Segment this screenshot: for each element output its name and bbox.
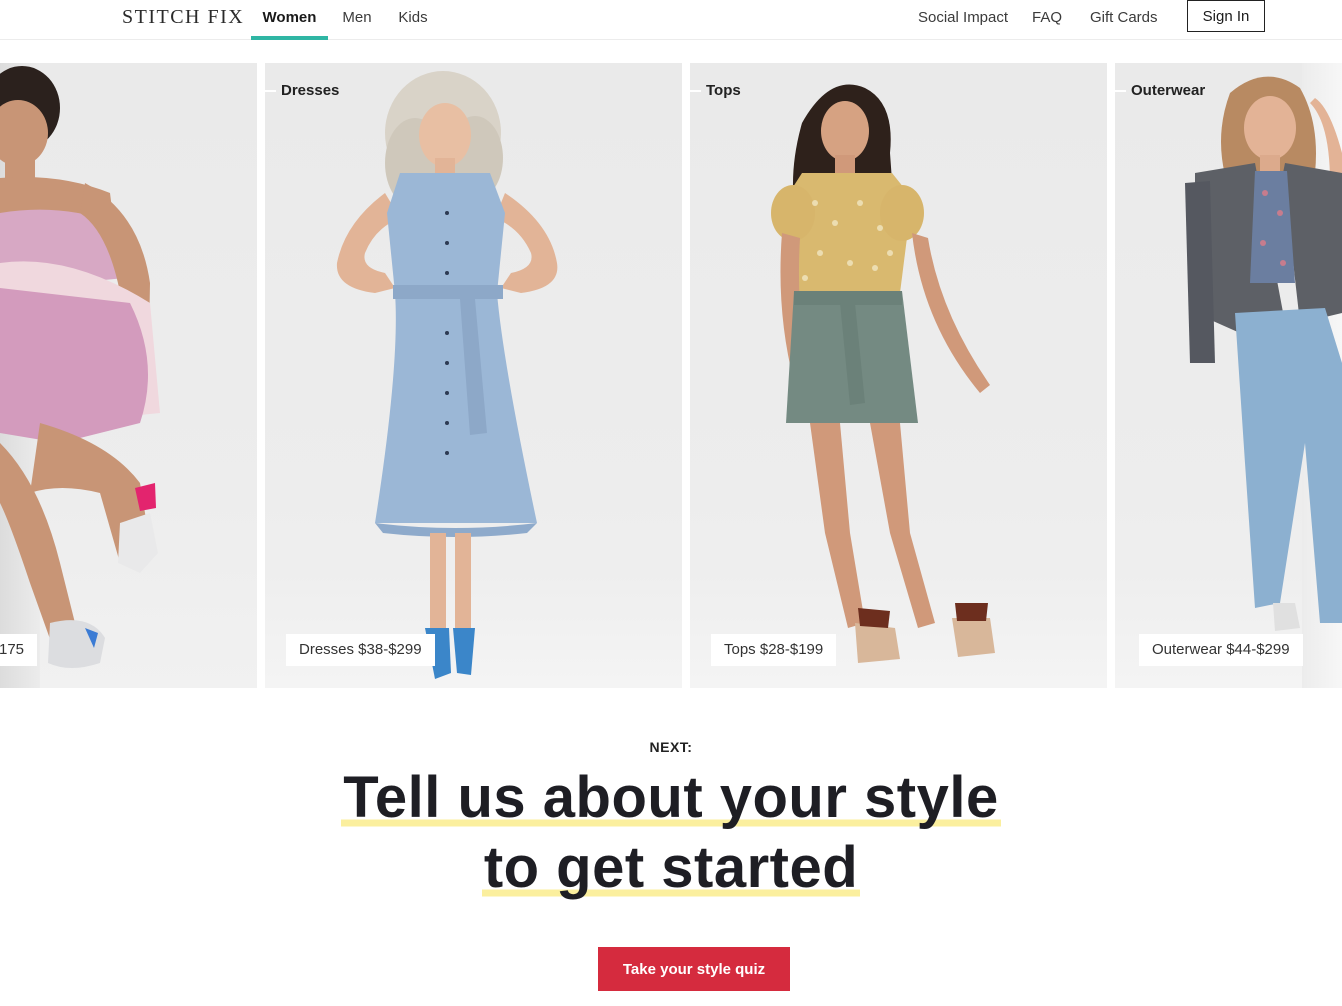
category-card-dresses[interactable]: Dresses Dresses $38-$299	[265, 63, 682, 688]
category-card-tops[interactable]: Tops Tops $28-$199	[690, 63, 1107, 688]
faq-link[interactable]: FAQ	[1032, 9, 1062, 26]
category-label: Outerwear	[1115, 82, 1206, 99]
headline-line-1: Tell us about your style	[0, 764, 1342, 831]
price-tag[interactable]: Outerwear $44-$299	[1139, 634, 1303, 666]
gift-cards-link[interactable]: Gift Cards	[1090, 9, 1158, 26]
social-impact-link[interactable]: Social Impact	[918, 9, 1008, 26]
category-label: Tops	[690, 82, 741, 99]
model-photo-outerwear	[1185, 76, 1342, 631]
headline-highlight: to get started	[481, 835, 861, 900]
headline-highlight: Tell us about your style	[341, 765, 1001, 830]
stitch-fix-logo[interactable]: STITCH FIX	[122, 6, 244, 29]
site-header: STITCH FIX Women Men Kids Social Impact …	[0, 0, 1342, 40]
next-step-label: NEXT:	[649, 739, 693, 755]
model-photo-tops	[771, 84, 995, 663]
category-card-outerwear[interactable]: Outerwear Outerwear $44-$299	[1115, 63, 1342, 688]
price-tag[interactable]: Dresses $38-$299	[286, 634, 435, 666]
model-photo-activewear	[0, 66, 160, 668]
tab-kids[interactable]: Kids	[392, 0, 434, 40]
model-photo-dresses	[336, 71, 558, 679]
price-tag[interactable]: Tops $28-$199	[711, 634, 837, 666]
category-card-activewear[interactable]: 175	[0, 63, 257, 688]
category-label: Dresses	[265, 82, 340, 99]
tab-men[interactable]: Men	[336, 0, 378, 40]
sign-in-button[interactable]: Sign In	[1187, 0, 1265, 32]
tab-women[interactable]: Women	[251, 0, 328, 40]
headline-line-2: to get started	[0, 834, 1342, 901]
category-carousel[interactable]: 175 Dresses Dresses $38-$299 Tops Tops $…	[0, 63, 1342, 688]
take-style-quiz-button[interactable]: Take your style quiz	[598, 947, 790, 991]
price-tag[interactable]: 175	[0, 634, 38, 666]
